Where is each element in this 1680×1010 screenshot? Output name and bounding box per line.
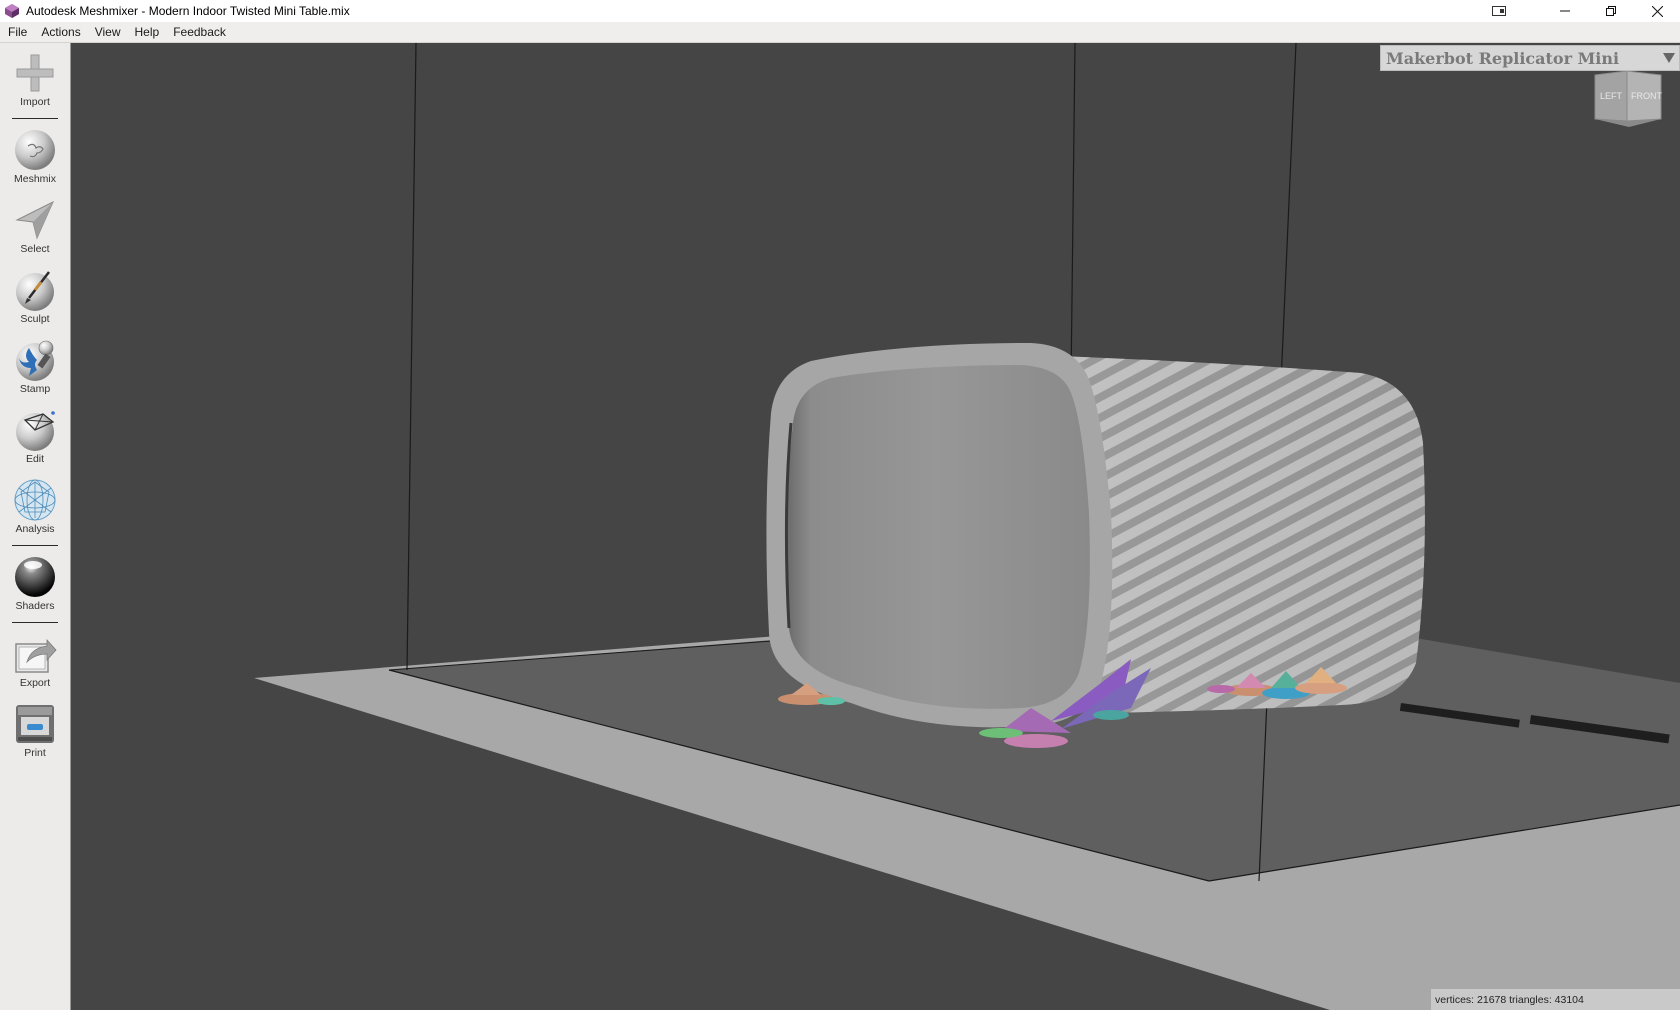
edit-label: Edit (25, 453, 45, 465)
printer-selector[interactable]: Makerbot Replicator Mini (1380, 45, 1680, 71)
export-label: Export (19, 677, 51, 689)
analysis-label: Analysis (15, 523, 55, 535)
minimize-button[interactable] (1542, 0, 1588, 22)
restore-button[interactable] (1588, 0, 1634, 22)
minimize-icon (1560, 10, 1570, 12)
fleur-de-lis-sphere-icon (16, 340, 54, 381)
tool-sidebar: Import Meshmix Select Sculpt Stamp Edit … (0, 43, 71, 1010)
analysis-button[interactable]: Analysis (0, 478, 70, 544)
close-button[interactable] (1634, 0, 1680, 22)
meshmix-label: Meshmix (13, 173, 56, 185)
chevron-down-icon (1659, 48, 1679, 68)
status-bar: vertices: 21678 triangles: 43104 (1431, 989, 1680, 1010)
toolbar-divider (12, 118, 58, 119)
menu-file[interactable]: File (0, 22, 34, 42)
brush-sphere-icon (16, 271, 54, 311)
toolbar-divider (12, 545, 58, 546)
menu-actions[interactable]: Actions (34, 22, 87, 42)
glossy-sphere-icon (15, 557, 55, 597)
print-label: Print (24, 747, 46, 759)
shaders-button[interactable]: Shaders (0, 555, 70, 621)
sculpt-label: Sculpt (20, 313, 50, 325)
menu-help[interactable]: Help (128, 22, 167, 42)
edit-button[interactable]: Edit (0, 408, 70, 474)
restore-icon (1606, 6, 1616, 16)
sculpt-button[interactable]: Sculpt (0, 268, 70, 334)
printer-icon (16, 705, 54, 743)
menu-feedback[interactable]: Feedback (166, 22, 233, 42)
window-title: Autodesk Meshmixer - Modern Indoor Twist… (26, 4, 350, 18)
twisted-table-model (766, 343, 1425, 728)
plus-icon (16, 54, 54, 92)
viewcube-left-label: LEFT (1600, 91, 1623, 101)
build-volume-edge (406, 43, 417, 671)
stamp-label: Stamp (19, 383, 51, 395)
export-button[interactable]: Export (0, 632, 70, 698)
3d-viewport[interactable]: Makerbot Replicator Mini LEFT FRONT (71, 43, 1680, 1010)
meshmix-button[interactable]: Meshmix (0, 128, 70, 194)
wireframe-sphere-icon (14, 479, 56, 521)
print-button[interactable]: Print (0, 702, 70, 768)
shaders-label: Shaders (15, 600, 55, 612)
viewcube-front-label: FRONT (1631, 91, 1662, 101)
toolbar-divider (12, 622, 58, 623)
import-button[interactable]: Import (0, 51, 70, 117)
title-bar: Autodesk Meshmixer - Modern Indoor Twist… (0, 0, 1680, 22)
stamp-button[interactable]: Stamp (0, 338, 70, 404)
view-cube[interactable]: LEFT FRONT (1593, 70, 1663, 129)
select-label: Select (20, 243, 50, 255)
select-button[interactable]: Select (0, 198, 70, 264)
meshmixer-logo-icon (5, 4, 19, 18)
bunny-sphere-icon (15, 130, 55, 170)
arrow-cursor-icon (15, 200, 55, 240)
cube-sphere-icon (16, 411, 55, 451)
build-volume-edge (1070, 43, 1076, 384)
import-label: Import (20, 96, 50, 108)
tablet-mode-icon[interactable] (1490, 3, 1508, 19)
menu-bar: File Actions View Help Feedback (0, 22, 1680, 43)
printer-name: Makerbot Replicator Mini (1386, 48, 1620, 68)
mesh-stats: vertices: 21678 triangles: 43104 (1435, 993, 1584, 1006)
scene-canvas (254, 43, 1680, 1010)
export-icon (15, 638, 57, 673)
menu-view[interactable]: View (88, 22, 128, 42)
close-icon (1651, 5, 1663, 17)
